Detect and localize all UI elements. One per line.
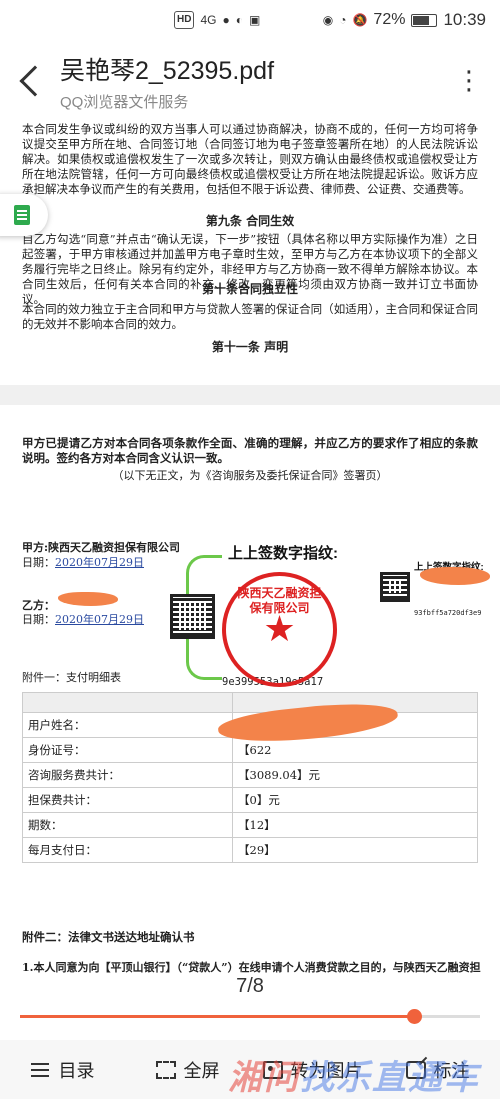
download-icon: ▣: [248, 13, 261, 27]
clause-11-heading: 第十一条 声明: [211, 340, 289, 354]
mute-icon: 🔕: [352, 13, 368, 27]
party-b-name: 乙方：: [22, 599, 55, 612]
table-cell-label: 担保费共计：: [22, 787, 233, 813]
clock: 10:39: [443, 10, 486, 29]
file-source: QQ浏览器文件服务: [60, 93, 189, 111]
date-label: 日期：: [22, 613, 55, 626]
table-cell-value: 【29】: [232, 837, 478, 863]
toc-label: 目录: [58, 1060, 95, 1081]
page-slider-thumb[interactable]: [407, 1009, 423, 1024]
fullscreen-icon: [155, 1060, 176, 1079]
edit-icon: [405, 1060, 426, 1079]
party-a-date-row: 日期：2020年07月29日: [22, 555, 144, 570]
clause-10-heading: 第十条合同独立性: [201, 282, 298, 296]
clause-9-heading: 第九条 合同生效: [205, 214, 295, 228]
qr-code-right: [380, 572, 410, 602]
redaction-mark: [58, 592, 118, 606]
file-title: 吴艳琴2_52395.pdf: [60, 56, 275, 85]
page-slider-fill: [20, 1015, 415, 1018]
table-row: 每月支付日： 【29】: [22, 837, 478, 863]
attachment-1-title: 附件一：支付明细表: [22, 671, 121, 684]
document-icon: [14, 205, 30, 225]
status-bar: HD 4G ● ◐ ▣ ◉ ◔ 🔕 72% 10:39: [0, 0, 500, 40]
fullscreen-button[interactable]: 全屏: [125, 1057, 250, 1083]
convert-to-image-label: 转为图片: [290, 1060, 363, 1081]
floating-doc-button[interactable]: [0, 194, 48, 236]
pdf-viewer[interactable]: 本合同发生争议或纠纷的双方当事人可以通过协商解决，协商不成的，任何一方均可将争议…: [0, 122, 500, 977]
back-arrow-icon: [19, 65, 51, 97]
clause-10-text: 本合同的效力独立于主合同和甲方与贷款人签署的保证合同（如适用），主合同和保证合同…: [22, 302, 478, 331]
redaction-mark: [420, 567, 490, 585]
table-row: 担保费共计： 【0】元: [22, 787, 478, 813]
back-button[interactable]: [0, 40, 60, 122]
more-icon: ⋮: [456, 66, 484, 96]
page-indicator: 7/8: [236, 975, 264, 997]
clause-8-text: 本合同发生争议或纠纷的双方当事人可以通过协商解决，协商不成的，任何一方均可将争议…: [22, 122, 478, 196]
table-row: 身份证号： 【622: [22, 737, 478, 763]
table-cell-label: 期数：: [22, 812, 233, 838]
annotate-label: 标注: [433, 1060, 470, 1081]
app-icon: ●: [222, 13, 230, 27]
page-slider[interactable]: [20, 1009, 480, 1024]
battery-percent: 72%: [373, 11, 406, 28]
qr-code-left: [170, 594, 215, 639]
table-cell-value: 【3089.04】元: [232, 762, 478, 788]
party-b-date: 2020年07月29日: [55, 613, 144, 626]
table-row: 期数： 【12】: [22, 812, 478, 838]
table-cell-label: 用户姓名：: [22, 712, 233, 738]
app-header: 吴艳琴2_52395.pdf QQ浏览器文件服务 ⋮: [0, 40, 500, 122]
convert-to-image-button[interactable]: 转为图片: [250, 1057, 375, 1083]
alarm-icon: ◔: [339, 13, 347, 27]
party-a-name: 甲方:陕西天乙融资担保有限公司: [22, 541, 181, 554]
party-a-date: 2020年07月29日: [55, 556, 144, 569]
table-cell-label: 咨询服务费共计：: [22, 762, 233, 788]
attachment-2-text: 1.本人同意为向【平顶山银行】（“贷款人”）在线申请个人消费贷款之目的，与陕西天…: [22, 961, 481, 974]
annotate-button[interactable]: 标注: [375, 1057, 500, 1083]
bottom-toolbar: 目录 全屏 转为图片 标注: [0, 1040, 500, 1099]
page-separator: [0, 385, 500, 405]
table-cell-label: 每月支付日：: [22, 837, 233, 863]
hd-icon: HD: [174, 11, 195, 29]
more-menu-button[interactable]: ⋮: [440, 66, 500, 96]
fingerprint-title-left: 上上签数字指纹:: [228, 545, 338, 562]
table-cell-value: 【0】元: [232, 787, 478, 813]
table-cell-value: 【12】: [232, 812, 478, 838]
table-row: 咨询服务费共计： 【3089.04】元: [22, 762, 478, 788]
attachment-2-title: 附件二：法律文书送达地址确认书: [22, 930, 195, 944]
star-icon: ★: [263, 609, 296, 650]
fingerprint-hash-right: 93fbff5a720df3e9: [414, 609, 482, 617]
image-icon: [262, 1060, 283, 1079]
list-icon: [30, 1061, 51, 1079]
eye-icon: ◉: [322, 13, 334, 27]
table-cell-label: 身份证号：: [22, 737, 233, 763]
signal-icon: 4G: [200, 13, 217, 27]
party-b-date-row: 日期：2020年07月29日: [22, 612, 144, 627]
end-of-text-note: （以下无正文，为《咨询服务及委托保证合同》签署页）: [112, 469, 388, 482]
declaration-text: 甲方已提请乙方对本合同各项条款作全面、准确的理解，并应乙方的要求作了相应的条款说…: [22, 436, 478, 465]
table-cell-value: 【622: [232, 737, 478, 763]
date-label: 日期：: [22, 556, 55, 569]
company-seal: 陕西天乙融资担保有限公司 ★: [222, 572, 337, 687]
toc-button[interactable]: 目录: [0, 1057, 125, 1083]
fullscreen-label: 全屏: [183, 1060, 220, 1081]
battery-icon: [411, 13, 438, 27]
qq-icon: ◐: [235, 13, 243, 27]
table-header-row: [22, 692, 478, 713]
